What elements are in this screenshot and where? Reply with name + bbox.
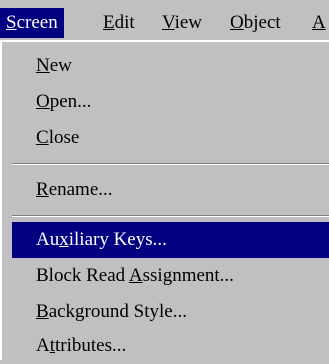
menu-item-label-post: ew	[49, 55, 72, 76]
menu-item-background-style[interactable]: Background Style...	[12, 294, 329, 330]
menu-item-accelerator: B	[36, 301, 49, 322]
menu-item-close[interactable]: Close	[12, 120, 329, 156]
menu-item-attributes[interactable]: Attributes...	[12, 328, 329, 364]
menu-screen[interactable]: Screen	[0, 8, 64, 38]
menu-item-label-post: ackground Style...	[48, 301, 187, 322]
menu-item-label-pre: Block Read	[36, 265, 129, 286]
menu-item-auxiliary-keys[interactable]: Auxiliary Keys...	[12, 222, 329, 258]
menu-item-accelerator: C	[36, 127, 49, 148]
menu-item-label-post: lose	[48, 127, 80, 148]
menu-view[interactable]: View	[156, 8, 208, 38]
menu-item-accelerator: R	[36, 179, 49, 200]
menu-accelerator: E	[103, 12, 115, 33]
menu-item-accelerator: O	[36, 91, 50, 112]
menu-a-truncated[interactable]: A	[306, 8, 329, 38]
menu-item-accelerator: x	[59, 229, 69, 250]
menu-item-label-post: ssignment...	[142, 265, 234, 286]
menu-accelerator: V	[162, 12, 175, 33]
menu-label-post: creen	[16, 12, 58, 33]
menu-item-accelerator: N	[36, 55, 50, 76]
menu-edit[interactable]: Edit	[97, 8, 141, 38]
menu-bar: Screen Edit View Object A	[0, 0, 329, 45]
screen-dropdown-menu: New Open... Close Rename... Auxiliary Ke…	[0, 40, 329, 360]
menu-item-label-pre: A	[36, 335, 50, 356]
menu-accelerator: A	[312, 12, 326, 33]
menu-label-post: bject	[243, 12, 281, 33]
menu-label-post: iew	[174, 12, 203, 33]
menu-item-open[interactable]: Open...	[12, 84, 329, 120]
menu-label-post: dit	[114, 12, 135, 33]
menu-item-block-read-assignment[interactable]: Block Read Assignment...	[12, 258, 329, 294]
menu-item-label-post: ename...	[48, 179, 113, 200]
menu-item-accelerator: A	[128, 265, 143, 286]
menu-item-label-post: tributes...	[55, 335, 127, 356]
menu-item-rename[interactable]: Rename...	[12, 172, 329, 208]
menu-object[interactable]: Object	[224, 8, 287, 38]
menu-item-label-post: pen...	[49, 91, 92, 112]
menu-item-label-pre: Au	[36, 229, 60, 250]
menu-separator	[12, 163, 329, 165]
menu-accelerator: S	[6, 12, 17, 33]
menu-accelerator: O	[230, 12, 244, 33]
menu-item-new[interactable]: New	[12, 48, 329, 84]
menu-item-label-post: iliary Keys...	[68, 229, 167, 250]
menu-separator	[12, 215, 329, 217]
